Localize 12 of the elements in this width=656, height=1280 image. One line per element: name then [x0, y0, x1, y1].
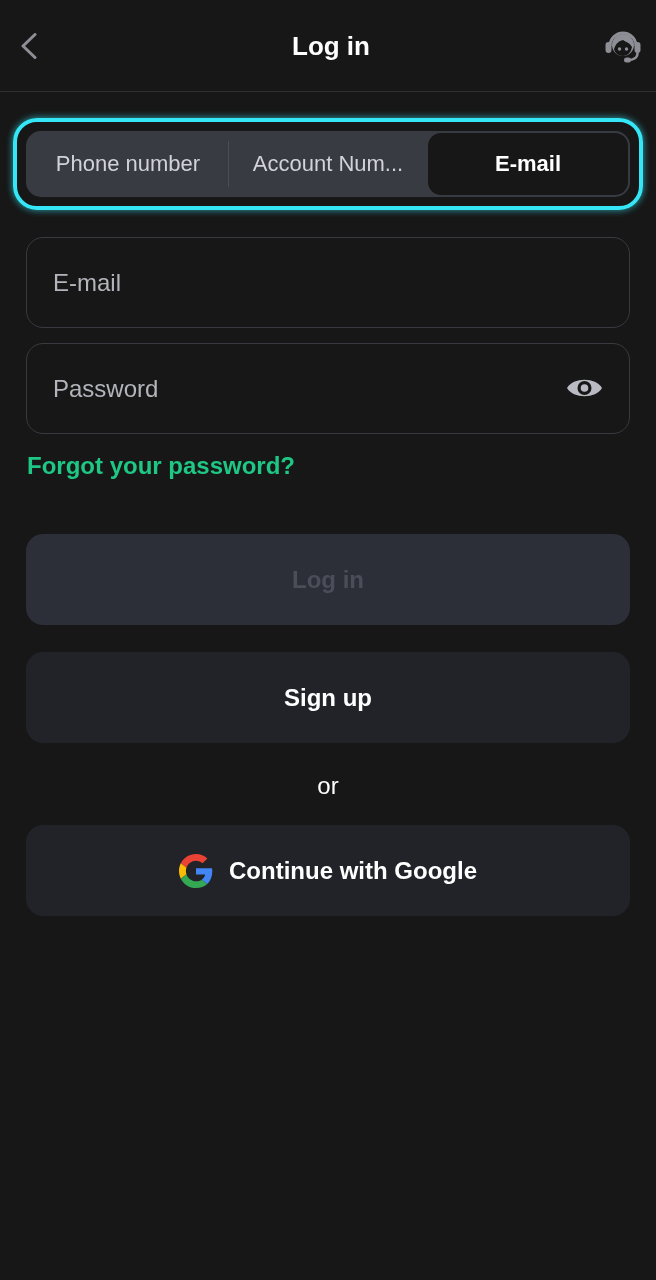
- forgot-password-link[interactable]: Forgot your password?: [27, 452, 295, 480]
- tab[interactable]: E-mail: [428, 133, 628, 195]
- email-field[interactable]: E-mail: [26, 237, 630, 328]
- password-field[interactable]: Password: [26, 343, 630, 434]
- back-icon[interactable]: [20, 32, 38, 59]
- google-sign-in-button[interactable]: Continue with Google: [26, 825, 630, 916]
- sign-up-button[interactable]: Sign up: [26, 652, 630, 743]
- tab[interactable]: Phone number: [28, 133, 228, 195]
- google-icon: [179, 853, 213, 888]
- separator-text: or: [317, 772, 339, 800]
- tab[interactable]: Account Num...: [228, 133, 428, 195]
- page-title: Log in: [292, 29, 370, 62]
